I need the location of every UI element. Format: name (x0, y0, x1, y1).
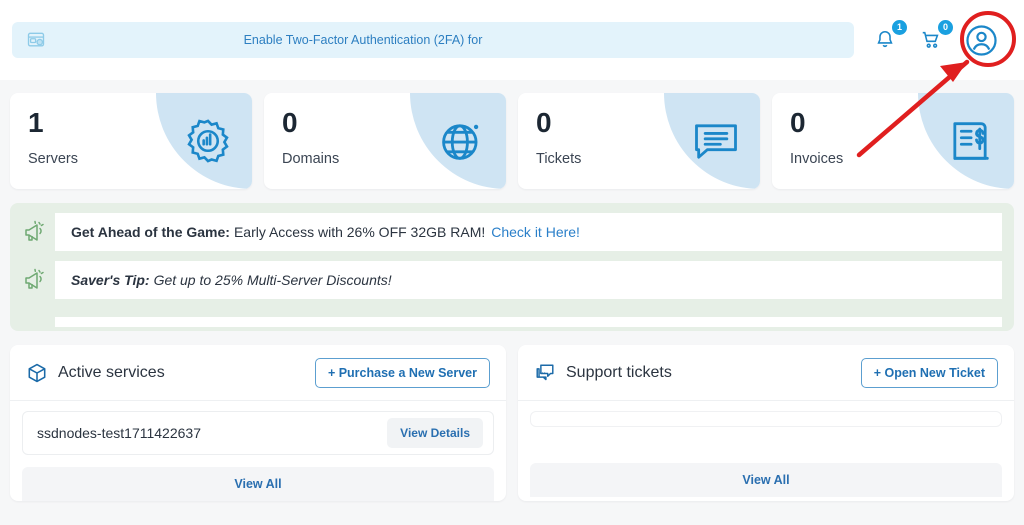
open-new-ticket-button[interactable]: + Open New Ticket (860, 357, 998, 388)
notifications-button[interactable]: 1 (872, 20, 907, 53)
table-row[interactable]: ssdnodes-test1711422637 View Details (22, 411, 494, 455)
promo-row[interactable]: Saver's Tip: Get up to 25% Multi-Server … (22, 261, 1002, 299)
notifications-badge: 1 (892, 20, 907, 35)
stat-card-domains[interactable]: 0 Domains (264, 93, 506, 189)
promo-body-text: Early Access with 26% OFF 32GB RAM! (233, 224, 486, 240)
user-avatar-icon (965, 24, 997, 56)
stats-row: 1 Servers 0 Domains 0 Tickets 0 Invoices (0, 80, 1024, 189)
two-factor-auth-icon (26, 30, 46, 50)
user-avatar-button[interactable] (964, 23, 998, 57)
cube-icon (26, 362, 48, 384)
support-tickets-panel: Support tickets + Open New Ticket View A… (518, 345, 1014, 501)
promo-text: Saver's Tip: Get up to 25% Multi-Server … (55, 261, 1002, 299)
active-services-panel: Active services + Purchase a New Server … (10, 345, 506, 501)
cart-badge: 0 (938, 20, 953, 35)
two-factor-auth-banner[interactable]: Enable Two-Factor Authentication (2FA) f… (12, 22, 854, 58)
promo-text: Get Ahead of the Game: Early Access with… (55, 213, 1002, 251)
view-details-button[interactable]: View Details (387, 418, 483, 448)
panel-body (518, 401, 1014, 427)
promo-text-partial (55, 317, 1002, 327)
panel-header: Active services + Purchase a New Server (10, 345, 506, 401)
panel-header: Support tickets + Open New Ticket (518, 345, 1014, 401)
stat-card-invoices[interactable]: 0 Invoices (772, 93, 1014, 189)
two-factor-auth-text: Enable Two-Factor Authentication (2FA) f… (243, 33, 483, 47)
stat-card-servers[interactable]: 1 Servers (10, 93, 252, 189)
cart-icon (922, 31, 939, 48)
promo-bold-text: Get Ahead of the Game: (71, 224, 230, 240)
panel-body: ssdnodes-test1711422637 View Details (10, 401, 506, 455)
megaphone-icon (22, 219, 46, 245)
megaphone-icon (22, 267, 46, 293)
empty-row-placeholder (530, 411, 1002, 427)
tickets-icon (534, 362, 556, 384)
purchase-new-server-button[interactable]: + Purchase a New Server (314, 357, 490, 388)
topbar-icon-group: 1 0 (872, 20, 1012, 57)
promo-row[interactable]: Get Ahead of the Game: Early Access with… (22, 213, 1002, 251)
bell-icon (877, 30, 893, 48)
cart-button[interactable]: 0 (918, 20, 953, 53)
promo-body-text: Get up to 25% Multi-Server Discounts! (153, 272, 392, 288)
panel-title: Support tickets (566, 363, 672, 381)
panel-title: Active services (58, 363, 165, 381)
view-all-tickets-link[interactable]: View All (530, 463, 1002, 497)
gear-chart-icon (182, 115, 234, 167)
promotions-section: Get Ahead of the Game: Early Access with… (10, 203, 1014, 331)
invoice-dollar-icon (944, 115, 996, 167)
promo-bold-text: Saver's Tip: (71, 272, 150, 288)
promo-row-partial (22, 309, 1002, 331)
top-bar: Enable Two-Factor Authentication (2FA) f… (0, 0, 1024, 80)
chat-bubble-icon (690, 115, 742, 167)
promo-link[interactable]: Check it Here! (491, 224, 580, 240)
view-all-services-link[interactable]: View All (22, 467, 494, 501)
stat-card-tickets[interactable]: 0 Tickets (518, 93, 760, 189)
service-name: ssdnodes-test1711422637 (37, 425, 201, 441)
globe-icon (436, 115, 488, 167)
panels-row: Active services + Purchase a New Server … (0, 331, 1024, 501)
